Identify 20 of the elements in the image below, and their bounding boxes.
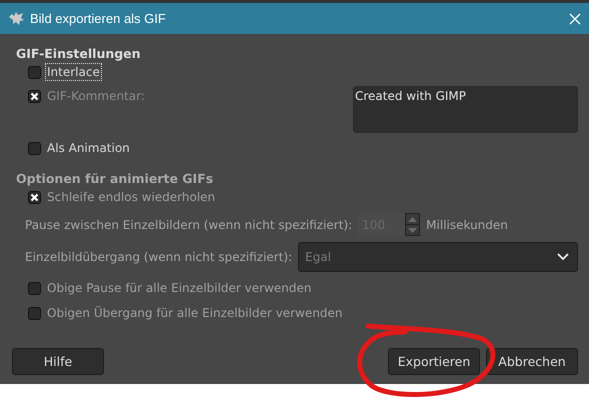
checkbox[interactable] — [28, 142, 41, 154]
decrement-button[interactable] — [406, 224, 420, 235]
close-icon[interactable] — [569, 12, 581, 24]
checkbox-label[interactable]: Interlace — [45, 63, 102, 81]
help-button[interactable]: Hilfe — [12, 348, 104, 375]
delay-label: Pause zwischen Einzelbildern (wenn nicht spezifiziert): — [25, 218, 352, 232]
increment-button[interactable] — [406, 214, 420, 224]
section-heading: Optionen für animierte GIFs — [16, 171, 214, 187]
disposal-label: Einzelbildübergang (wenn nicht spezifiziert): — [25, 250, 292, 264]
cancel-button[interactable]: Abbrechen — [486, 348, 578, 375]
window-title: Bild exportieren als GIF — [30, 11, 167, 26]
checkbox[interactable] — [28, 66, 41, 78]
section-heading: GIF-Einstellungen — [16, 46, 141, 62]
checkbox-label[interactable]: Als Animation — [45, 139, 132, 157]
up-icon — [408, 216, 418, 222]
down-icon — [408, 228, 418, 232]
export-button[interactable]: Exportieren — [388, 348, 480, 375]
chevron-down-icon — [557, 253, 569, 261]
unit-label: Millisekunden — [426, 218, 508, 232]
app-icon — [8, 11, 25, 26]
